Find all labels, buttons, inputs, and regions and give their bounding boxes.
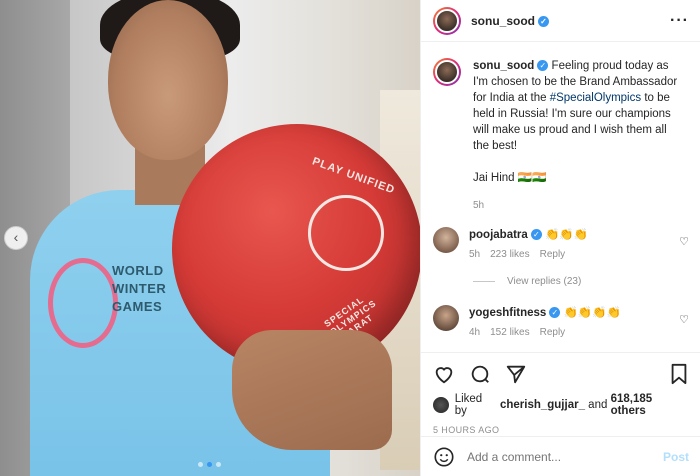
post-actions: Liked by cherish_gujjar_ and 618,185 oth…: [421, 352, 700, 435]
author-avatar[interactable]: [433, 6, 461, 35]
shirt-line: WORLD: [112, 263, 164, 278]
verified-badge-icon: ✓: [530, 229, 542, 241]
bookmark-icon[interactable]: [669, 363, 689, 385]
liked-by-prefix: Liked by: [454, 393, 483, 417]
verified-badge-icon: ✓: [537, 60, 549, 72]
liked-by-user[interactable]: cherish_gujjar_: [500, 399, 585, 411]
comment-icon[interactable]: [469, 363, 491, 385]
comment-username[interactable]: poojabatra: [469, 229, 528, 241]
caption-signoff: Jai Hind 🇮🇳🇮🇳: [473, 172, 547, 184]
comment-text: 👏👏👏: [545, 229, 588, 241]
post-timestamp: 5 HOURS AGO: [433, 425, 500, 435]
view-replies-button[interactable]: View replies (23): [473, 276, 700, 287]
more-horizontal-icon[interactable]: ···: [670, 12, 689, 30]
comment-meta: 4h 152 likes Reply: [469, 327, 679, 338]
comment-text: 👏👏👏👏: [563, 307, 621, 319]
heart-icon[interactable]: [433, 363, 455, 385]
emoji-icon[interactable]: [433, 446, 455, 468]
carousel-dots: [198, 462, 221, 467]
comment-like-heart-icon[interactable]: ♡: [679, 235, 689, 248]
caption-hashtag[interactable]: #SpecialOlympics: [550, 92, 641, 104]
likes-count[interactable]: 618,185 others: [611, 393, 689, 417]
liked-by: Liked by cherish_gujjar_ and 618,185 oth…: [433, 393, 689, 417]
post-comment-button[interactable]: Post: [663, 450, 689, 464]
add-comment-input[interactable]: [465, 448, 663, 465]
caption-username[interactable]: sonu_sood: [473, 60, 534, 72]
post-header: sonu_sood ✓ ···: [421, 0, 700, 42]
comment-time: 5h: [469, 249, 481, 260]
comment-like-heart-icon[interactable]: ♡: [679, 313, 689, 326]
carousel-dot: [216, 462, 221, 467]
special-olympics-logo: [308, 195, 384, 271]
reply-button[interactable]: Reply: [540, 249, 566, 260]
carousel-dot: [198, 462, 203, 467]
post-sidebar: sonu_sood ✓ ··· sonu_sood ✓ Feeling proud …: [420, 0, 700, 476]
comment-body: yogeshfitness ✓ 👏👏👏👏 4h 152 likes Reply: [469, 305, 679, 338]
caption-avatar[interactable]: [433, 58, 461, 86]
share-icon[interactable]: [505, 363, 527, 385]
verified-badge-icon: ✓: [538, 15, 550, 27]
caption-time: 5h: [473, 200, 485, 211]
action-icons: [433, 361, 689, 387]
commenter-avatar[interactable]: [433, 305, 459, 331]
shirt-line: GAMES: [112, 299, 163, 314]
reply-button[interactable]: Reply: [540, 327, 566, 338]
commenter-avatar[interactable]: [433, 227, 459, 253]
comment-meta: 5h 223 likes Reply: [469, 249, 679, 260]
comment-time: 4h: [469, 327, 481, 338]
comment-body: poojabatra ✓ 👏👏👏 5h 223 likes Reply: [469, 227, 679, 260]
shirt-logo: [48, 258, 118, 348]
carousel-dot-active: [207, 462, 212, 467]
comment-likes[interactable]: 152 likes: [490, 327, 529, 338]
shirt-text: WORLD WINTER GAMES: [112, 262, 166, 316]
shirt-line: WINTER: [112, 281, 167, 296]
liked-by-suffix: and: [588, 399, 608, 411]
comment-item: poojabatra ✓ 👏👏👏 5h 223 likes Reply ♡: [421, 227, 700, 260]
comments-feed[interactable]: sonu_sood ✓ Feeling proud today as I'm ch…: [421, 42, 700, 352]
comment-likes[interactable]: 223 likes: [490, 249, 529, 260]
author-username[interactable]: sonu_sood ✓: [471, 14, 550, 28]
liker-avatar[interactable]: [433, 397, 449, 413]
person-hand: [232, 330, 392, 450]
comment-item: yogeshfitness ✓ 👏👏👏👏 4h 152 likes Reply ♡: [421, 305, 700, 338]
caption-body: sonu_sood ✓ Feeling proud today as I'm ch…: [473, 58, 683, 186]
chevron-left-icon: ‹: [13, 229, 19, 245]
person-head: [108, 0, 228, 160]
post-caption: sonu_sood ✓ Feeling proud today as I'm ch…: [421, 42, 700, 186]
carousel-prev-button[interactable]: ‹: [4, 226, 28, 250]
post-image[interactable]: WORLD WINTER GAMES PLAY UNIFIED SPECIAL …: [0, 0, 420, 476]
comment-username[interactable]: yogeshfitness: [469, 307, 546, 319]
add-comment-bar: Post: [421, 436, 700, 476]
verified-badge-icon: ✓: [549, 307, 561, 319]
